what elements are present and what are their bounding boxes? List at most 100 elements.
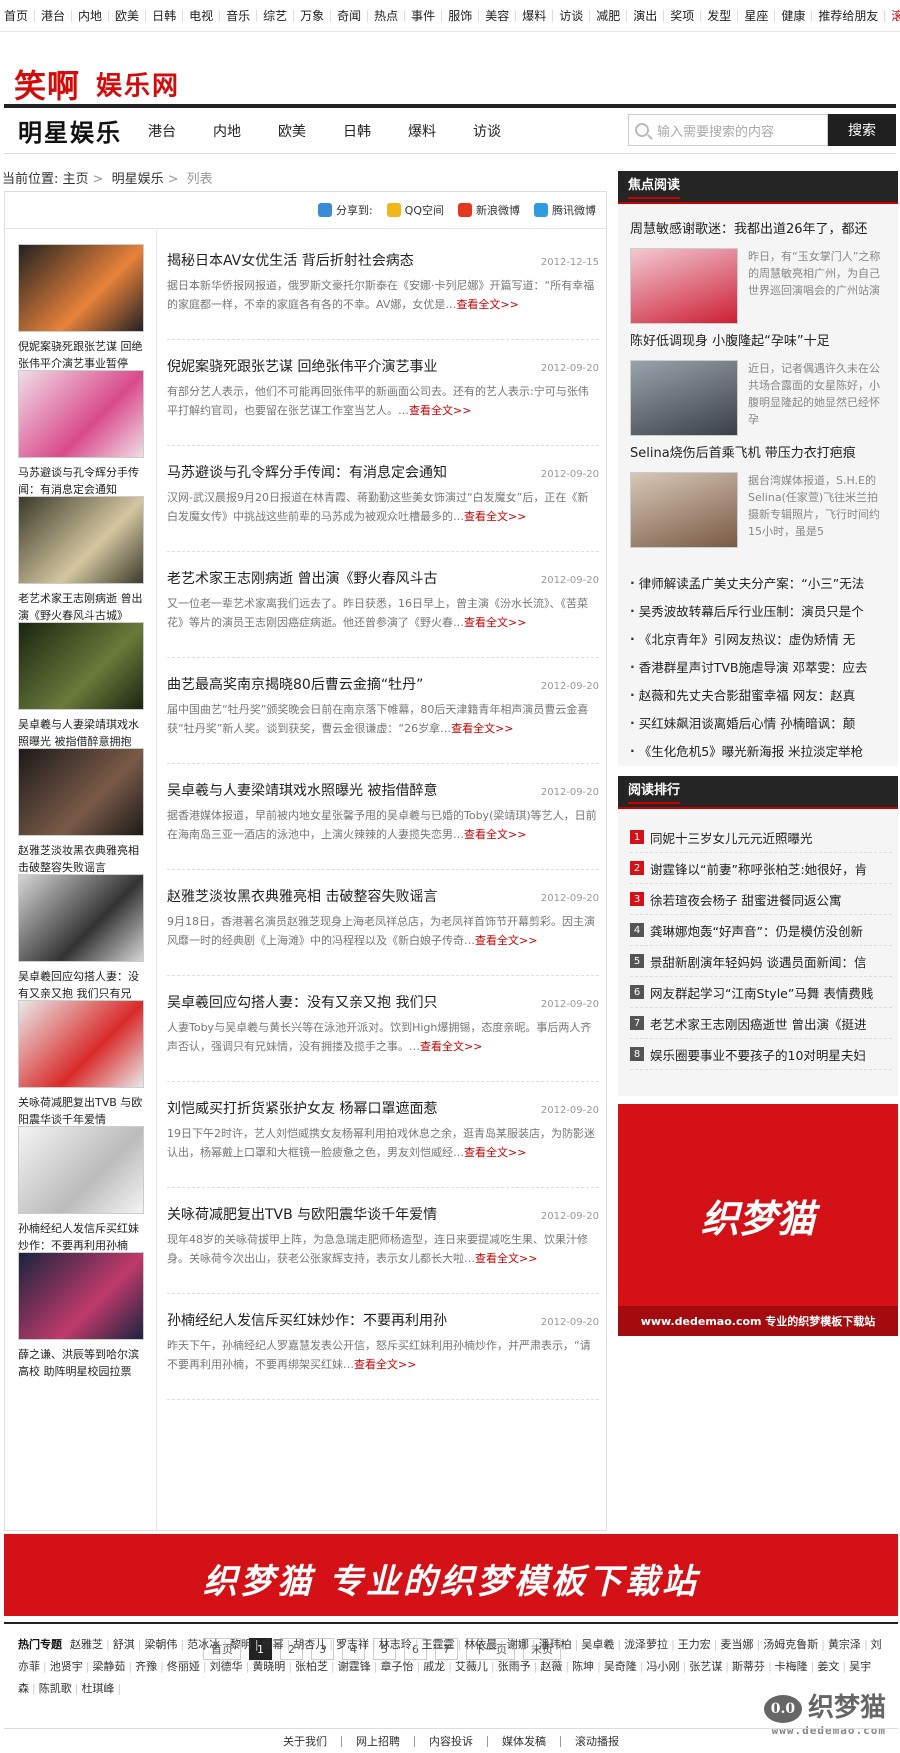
thumb-caption[interactable]: 吴卓羲回应勾搭人妻：没有又亲又抱 我们只有兄 [18,968,146,1002]
rank-item[interactable]: 1 同妮十三岁女儿元元近照曝光 [630,822,892,853]
article-title[interactable]: 倪妮案骁死跟张艺谋 回绝张伟平介演艺事业 [167,356,437,376]
rank-item-title[interactable]: 景甜新剧演年轻妈妈 谈遇员面新闻：信 [650,952,866,971]
thumb-caption[interactable]: 马苏避谈与孔令辉分手传闻：有消息定会通知 [18,464,146,498]
hot-tag[interactable]: 黄晓明 [252,1660,292,1673]
article-title[interactable]: 关咏荷减肥复出TVB 与欧阳震华谈千年爱情 [167,1204,437,1224]
topnav-item[interactable]: 爆料 [516,9,554,22]
read-more-link[interactable]: 查看全文>> [451,722,513,735]
hot-tag[interactable]: 陈凯歌 [39,1682,79,1695]
article-title[interactable]: 马苏避谈与孔令辉分手传闻：有消息定会通知 [167,462,447,482]
hot-tag[interactable]: 佟丽娅 [167,1660,207,1673]
focus-feature-image[interactable] [630,472,738,548]
thumb-card[interactable]: 关咏荷减肥复出TVB 与欧阳震华谈千年爱情 [18,1000,146,1128]
hot-tag[interactable]: 潘玮柏 [539,1638,579,1651]
read-more-link[interactable]: 查看全文>> [456,298,518,311]
focus-feature-title[interactable]: 陈好低调现身 小腹隆起“孕味”十足 [630,334,830,349]
thumb-card[interactable]: 吴卓羲与人妻梁靖琪戏水照曝光 被指借醉意拥抱 [18,622,146,750]
thumb-image[interactable] [18,874,144,962]
thumb-caption[interactable]: 关咏荷减肥复出TVB 与欧阳震华谈千年爱情 [18,1094,146,1128]
topnav-item[interactable]: 减肥 [590,9,628,22]
rank-item[interactable]: 2 谢霆锋以“前妻”称呼张柏芝:她很好，肯 [630,853,892,884]
topnav-item[interactable]: 综艺 [257,9,295,22]
read-more-link[interactable]: 查看全文>> [475,1252,537,1265]
footer-link[interactable]: 网上招聘 [342,1735,415,1747]
hot-tag[interactable]: 冯小刚 [647,1660,687,1673]
thumb-image[interactable] [18,748,144,836]
thumb-caption[interactable]: 薛之谦、洪辰等到哈尔滨高校 助阵明星校园拉票 [18,1346,146,1380]
rank-item[interactable]: 3 徐若瑄夜会杨子 甜蜜进餐同返公寓 [630,884,892,915]
topnav-item[interactable]: 日韩 [146,9,184,22]
topnav-item[interactable]: 热点 [368,9,406,22]
thumb-image[interactable] [18,1252,144,1340]
article-title[interactable]: 赵雅芝淡妆黑衣典雅亮相 击破整容失败谣言 [167,886,437,906]
thumb-image[interactable] [18,1126,144,1214]
thumb-image[interactable] [18,622,144,710]
hot-tag[interactable]: 张柏芝 [295,1660,335,1673]
topnav-item[interactable]: 演出 [627,9,665,22]
right-ad[interactable]: 织梦猫 www.dedemao.com 专业的织梦模板下载站 [618,1104,898,1336]
channel-item[interactable]: 日韩 [343,121,371,141]
article-title[interactable]: 曲艺最高奖南京揭晓80后曹云金摘“牡丹” [167,674,423,694]
focus-feature-title[interactable]: 周慧敏感谢歌迷：我都出道26年了，都还 [630,222,868,237]
hot-tag[interactable]: 王力宏 [678,1638,718,1651]
rank-item-title[interactable]: 老艺术家王志刚因癌逝世 曾出演《挺进 [650,1014,866,1033]
hot-tag[interactable]: 姜文 [817,1660,846,1673]
hot-tag[interactable]: 汤姆克鲁斯 [763,1638,825,1651]
footer-link[interactable]: 媒体发稿 [488,1735,561,1747]
channel-item[interactable]: 内地 [213,121,241,141]
article-title[interactable]: 孙楠经纪人发信斥买红妹炒作：不要再利用孙 [167,1310,447,1330]
topnav-item[interactable]: 访谈 [553,9,591,22]
thumb-image[interactable] [18,370,144,458]
site-logo[interactable]: 笑啊 娱乐网 [0,32,900,105]
hot-tag[interactable]: 刘德华 [210,1660,250,1673]
focus-feature-title[interactable]: Selina烧伤后首乘飞机 带压力衣打疤痕 [630,446,856,461]
footer-link[interactable]: 内容投诉 [415,1735,488,1747]
thumb-card[interactable]: 老艺术家王志刚病逝 曾出演《野火春风斗古城》 [18,496,146,624]
rank-item[interactable]: 8 娱乐圈要事业不要孩子的10对明星夫妇 [630,1039,892,1070]
hot-tag[interactable]: 赵雅芝 [70,1638,110,1651]
hot-tag[interactable]: 杜琪峰 [81,1682,121,1695]
topnav-item[interactable]: 发型 [701,9,739,22]
thumb-caption[interactable]: 老艺术家王志刚病逝 曾出演《野火春风斗古城》 [18,590,146,624]
breadcrumb-home[interactable]: 主页 [63,172,89,187]
read-more-link[interactable]: 查看全文>> [464,510,526,523]
hot-tag[interactable]: 斯蒂芬 [732,1660,772,1673]
read-more-link[interactable]: 查看全文>> [420,1040,482,1053]
thumb-card[interactable]: 赵雅芝淡妆黑衣典雅亮相 击破整容失败谣言 [18,748,146,876]
topnav-item[interactable]: 奖项 [664,9,702,22]
thumb-card[interactable]: 倪妮案骁死跟张艺谋 回绝张伟平介演艺事业暂停 [18,244,146,372]
thumb-card[interactable]: 薛之谦、洪辰等到哈尔滨高校 助阵明星校园拉票 [18,1252,146,1380]
search-button[interactable]: 搜索 [828,114,896,146]
read-more-link[interactable]: 查看全文>> [354,1358,416,1371]
channel-item[interactable]: 港台 [148,121,176,141]
channel-item[interactable]: 欧美 [278,121,306,141]
rank-item-title[interactable]: 谢霆锋以“前妻”称呼张柏芝:她很好，肯 [650,859,867,878]
hot-tag[interactable]: 张雨予 [498,1660,538,1673]
read-more-link[interactable]: 查看全文>> [464,616,526,629]
hot-tag[interactable]: 谢娜 [507,1638,536,1651]
rank-item[interactable]: 7 老艺术家王志刚因癌逝世 曾出演《挺进 [630,1008,892,1039]
topnav-item[interactable]: 服饰 [442,9,480,22]
thumb-image[interactable] [18,1000,144,1088]
footer-link[interactable]: 关于我们 [269,1735,342,1747]
hot-tag[interactable]: 黄宗泽 [828,1638,868,1651]
thumb-caption[interactable]: 倪妮案骁死跟张艺谋 回绝张伟平介演艺事业暂停 [18,338,146,372]
read-more-link[interactable]: 查看全文>> [464,1146,526,1159]
article-title[interactable]: 吴卓羲回应勾搭人妻：没有又亲又抱 我们只 [167,992,437,1012]
hot-tag[interactable]: 章子怡 [380,1660,420,1673]
focus-list-item[interactable]: 律师解读孟广美丈夫分产案：“小三”无法 [630,568,888,596]
hot-tag[interactable]: 吴奇隆 [604,1660,644,1673]
thumb-caption[interactable]: 孙楠经纪人发信斥买红妹炒作：不要再利用孙楠 [18,1220,146,1254]
bottom-banner-ad[interactable]: 织梦猫 专业的织梦模板下载站 [4,1534,898,1616]
search-input[interactable]: 输入需要搜索的内容 [628,114,828,146]
topnav-item[interactable]: 内地 [72,9,110,22]
topnav-item[interactable]: 事件 [405,9,443,22]
focus-list-item[interactable]: 吴秀波故转幕后斥行业压制：演员只是个 [630,596,888,624]
channel-item[interactable]: 爆料 [408,121,436,141]
rank-item-title[interactable]: 娱乐圈要事业不要孩子的10对明星夫妇 [650,1045,866,1064]
topnav-item[interactable]: 港台 [35,9,73,22]
footer-link[interactable]: 滚动播报 [561,1736,633,1747]
thumb-caption[interactable]: 赵雅芝淡妆黑衣典雅亮相 击破整容失败谣言 [18,842,146,876]
share-weibo[interactable]: 新浪微博 [458,202,520,218]
topnav-item[interactable]: 欧美 [109,9,147,22]
